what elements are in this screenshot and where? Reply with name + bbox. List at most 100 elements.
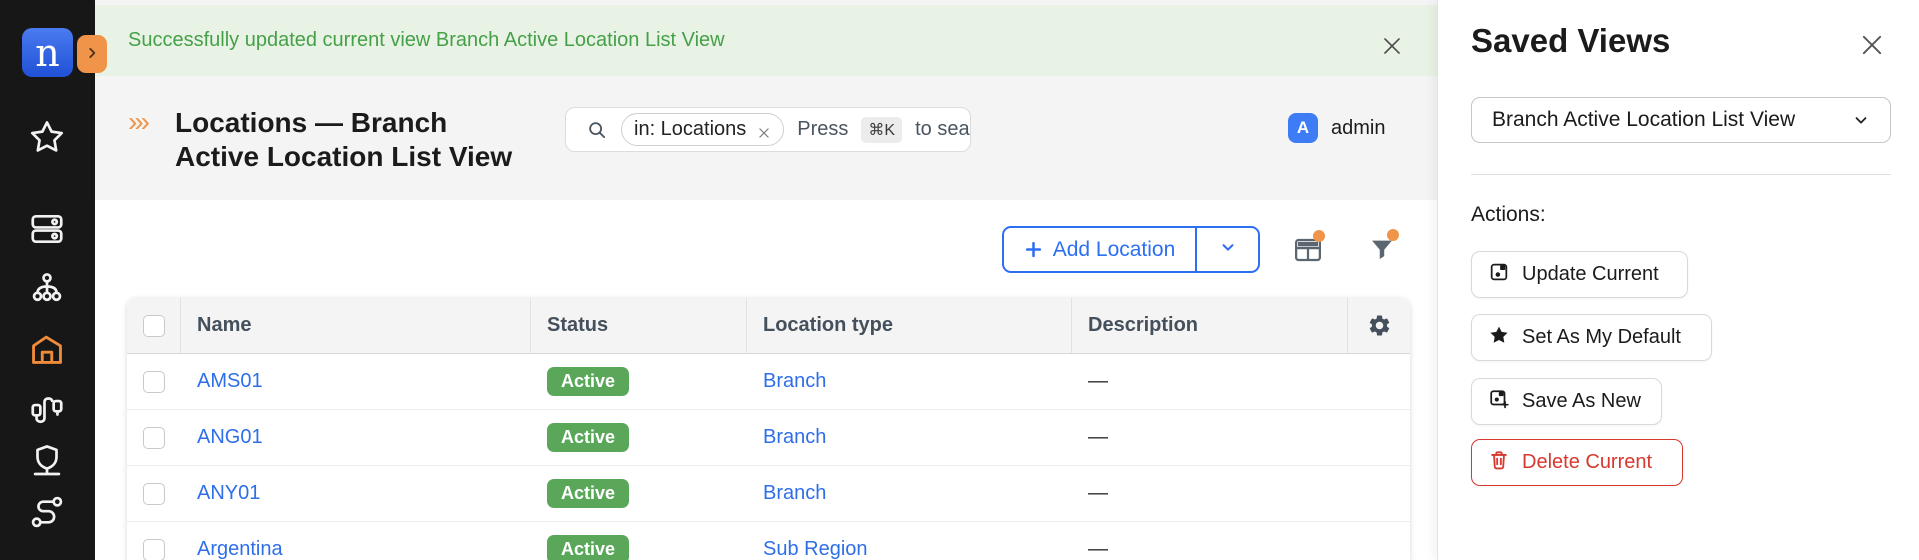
panel-close-icon[interactable]	[1856, 30, 1888, 62]
chip-close-icon[interactable]	[757, 123, 771, 137]
table-row: AMS01 Active Branch —	[127, 354, 1410, 410]
delete-current-label: Delete Current	[1522, 451, 1652, 474]
add-location-dropdown-button[interactable]	[1197, 228, 1258, 271]
table-header-row: Name Status Location type Description	[127, 298, 1410, 354]
avatar-initial: A	[1297, 118, 1309, 138]
actions-label: Actions:	[1471, 203, 1546, 227]
save-plus-icon	[1488, 388, 1510, 416]
row-checkbox[interactable]	[143, 539, 165, 560]
app-logo-letter: n	[35, 34, 59, 72]
breadcrumb: ›››	[128, 106, 147, 138]
sidebar-item-locations[interactable]	[28, 330, 66, 368]
app-logo[interactable]: n	[22, 28, 73, 77]
table-columns-icon	[1293, 252, 1323, 267]
table-row: Argentina Active Sub Region —	[127, 522, 1410, 560]
select-all-checkbox[interactable]	[143, 315, 165, 337]
row-checkbox[interactable]	[143, 371, 165, 393]
add-location-label: Add Location	[1053, 238, 1176, 262]
chevron-down-icon	[1852, 111, 1870, 129]
row-checkbox[interactable]	[143, 483, 165, 505]
sidebar: n	[0, 0, 95, 560]
nautobot-app: n Successfully updated current view Br	[0, 0, 1919, 560]
page-title: Locations — Branch Active Location List …	[175, 106, 512, 174]
location-name-link[interactable]: Argentina	[197, 538, 283, 560]
sidebar-item-organization[interactable]	[28, 270, 66, 308]
row-checkbox[interactable]	[143, 427, 165, 449]
location-type-link[interactable]: Branch	[763, 482, 826, 505]
status-badge: Active	[547, 423, 629, 453]
saved-view-selected-label: Branch Active Location List View	[1492, 108, 1795, 132]
page-title-line-2: Active Location List View	[175, 140, 512, 174]
status-badge: Active	[547, 367, 629, 397]
chevron-right-icon	[85, 46, 99, 63]
sidebar-item-automation[interactable]	[28, 493, 66, 531]
location-type-link[interactable]: Branch	[763, 426, 826, 449]
save-icon	[1488, 261, 1510, 289]
table-row: ANY01 Active Branch —	[127, 466, 1410, 522]
banner-close-icon[interactable]	[1377, 32, 1407, 62]
save-as-new-label: Save As New	[1522, 390, 1641, 413]
location-name-link[interactable]: ANG01	[197, 426, 263, 449]
location-type-link[interactable]: Branch	[763, 370, 826, 393]
saved-views-title: Saved Views	[1471, 22, 1670, 60]
main-content: Successfully updated current view Branch…	[95, 0, 1437, 560]
description-value: —	[1088, 538, 1108, 560]
gear-icon[interactable]	[1367, 313, 1392, 338]
sidebar-item-security[interactable]	[28, 442, 66, 480]
add-location-split-button: Add Location	[1002, 226, 1260, 273]
search-placeholder-suffix: to search	[915, 118, 971, 141]
column-header-location-type[interactable]: Location type	[747, 298, 1072, 353]
description-value: —	[1088, 426, 1108, 449]
global-search-input[interactable]: in: Locations Press ⌘K to search	[565, 107, 971, 152]
hierarchy-icon	[28, 295, 66, 312]
trash-icon	[1488, 449, 1510, 477]
add-location-button[interactable]: Add Location	[1004, 228, 1197, 271]
shield-network-icon	[28, 467, 66, 484]
set-as-my-default-button[interactable]: Set As My Default	[1471, 314, 1712, 361]
search-icon	[586, 119, 608, 141]
columns-notification-dot	[1313, 230, 1325, 242]
column-header-status[interactable]: Status	[531, 298, 747, 353]
save-as-new-button[interactable]: Save As New	[1471, 378, 1662, 425]
filter-notification-dot	[1387, 229, 1399, 241]
locations-table: Name Status Location type Description AM…	[127, 298, 1410, 560]
column-header-description[interactable]: Description	[1072, 298, 1348, 353]
update-current-label: Update Current	[1522, 263, 1659, 286]
building-icon	[28, 355, 66, 372]
user-menu[interactable]: A admin	[1288, 113, 1385, 143]
username-label: admin	[1331, 117, 1385, 140]
sidebar-item-connections[interactable]	[28, 390, 66, 428]
search-filter-chip-label: in: Locations	[634, 118, 746, 141]
panel-divider	[1471, 174, 1891, 175]
filter-icon	[1368, 252, 1396, 267]
location-name-link[interactable]: AMS01	[197, 370, 263, 393]
description-value: —	[1088, 482, 1108, 505]
success-banner: Successfully updated current view Branch…	[95, 5, 1437, 76]
star-icon	[28, 143, 66, 160]
cable-icon	[28, 415, 66, 432]
set-as-my-default-label: Set As My Default	[1522, 326, 1681, 349]
star-icon	[1488, 324, 1510, 352]
table-row: ANG01 Active Branch —	[127, 410, 1410, 466]
delete-current-button[interactable]: Delete Current	[1471, 439, 1683, 486]
location-name-link[interactable]: ANY01	[197, 482, 260, 505]
page-title-line-1: Locations — Branch	[175, 106, 512, 140]
column-header-name[interactable]: Name	[181, 298, 531, 353]
search-placeholder-prefix: Press	[797, 118, 848, 141]
status-badge: Active	[547, 479, 629, 509]
sidebar-item-favorites[interactable]	[28, 118, 66, 156]
search-kbd-shortcut: ⌘K	[861, 117, 902, 143]
search-filter-chip[interactable]: in: Locations	[621, 113, 784, 146]
chevron-down-icon	[1219, 238, 1237, 261]
sidebar-item-inventory[interactable]	[28, 210, 66, 248]
saved-view-select[interactable]: Branch Active Location List View	[1471, 97, 1891, 143]
success-banner-message: Successfully updated current view Branch…	[128, 5, 725, 76]
update-current-button[interactable]: Update Current	[1471, 251, 1688, 298]
avatar: A	[1288, 113, 1318, 143]
location-type-link[interactable]: Sub Region	[763, 538, 868, 560]
sidebar-expand-button[interactable]	[77, 35, 107, 73]
server-stack-icon	[28, 235, 66, 252]
plus-icon	[1024, 240, 1043, 259]
status-badge: Active	[547, 535, 629, 560]
route-icon	[28, 518, 66, 535]
